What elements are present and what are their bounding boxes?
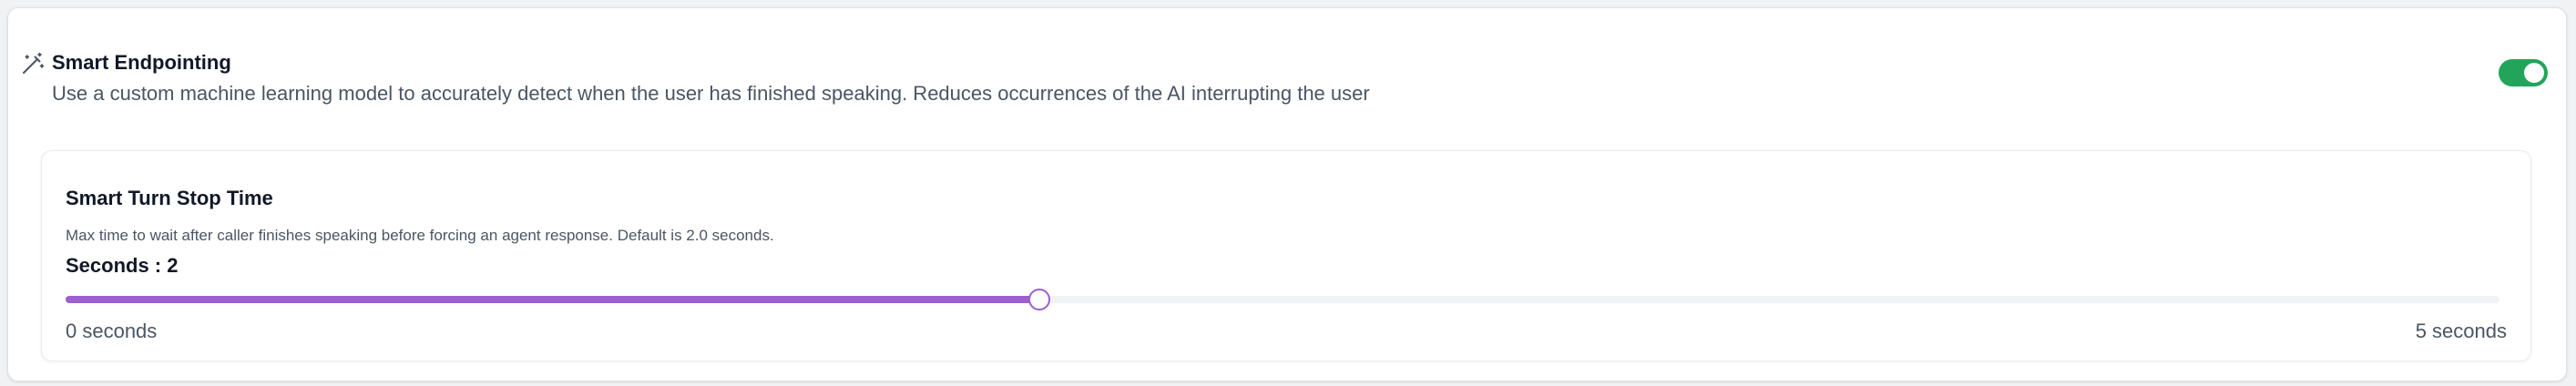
smart-turn-stop-time-panel: Smart Turn Stop Time Max time to wait af…	[41, 150, 2531, 361]
slider-thumb[interactable]	[1027, 289, 1050, 310]
slider-fill	[66, 296, 1039, 303]
slider-min-label: 0 seconds	[66, 320, 158, 342]
smart-turn-stop-time-title: Smart Turn Stop Time	[66, 187, 273, 209]
smart-turn-stop-time-description: Max time to wait after caller finishes s…	[66, 227, 774, 244]
smart-endpointing-toggle[interactable]	[2499, 59, 2548, 86]
magic-wand-icon	[19, 50, 46, 77]
slider-max-label: 5 seconds	[2415, 320, 2507, 342]
toggle-knob	[2524, 63, 2544, 83]
smart-endpointing-description: Use a custom machine learning model to a…	[52, 82, 1370, 105]
smart-endpointing-card: Smart Endpointing Use a custom machine l…	[7, 7, 2567, 381]
stop-time-slider[interactable]	[66, 288, 2499, 311]
smart-endpointing-title: Smart Endpointing	[52, 51, 231, 74]
seconds-value-label: Seconds : 2	[66, 254, 179, 277]
